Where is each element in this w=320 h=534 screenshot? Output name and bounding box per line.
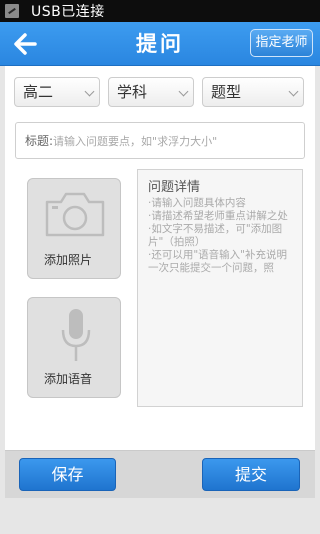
details-hint: ·请描述希望老师重点讲解之处 <box>148 210 288 222</box>
question-type-select[interactable]: 题型 <box>202 77 304 107</box>
chevron-down-icon <box>84 86 95 97</box>
header-bar: 提问 指定老师 <box>0 22 320 66</box>
submit-button[interactable]: 提交 <box>202 458 300 491</box>
chevron-down-icon <box>178 86 189 97</box>
assign-teacher-button[interactable]: 指定老师 <box>250 29 313 57</box>
add-voice-button[interactable]: 添加语音 <box>27 297 121 398</box>
details-hint: 一次只能提交一个问题，照 <box>148 262 274 274</box>
subject-select[interactable]: 学科 <box>108 77 194 107</box>
microphone-icon <box>61 309 91 361</box>
title-input-placeholder: 请输入问题要点，如"求浮力大小" <box>53 134 218 148</box>
details-hint: ·请输入问题具体内容 <box>148 197 246 209</box>
chevron-down-icon <box>288 86 299 97</box>
title-input[interactable]: 标题: 请输入问题要点，如"求浮力大小" <box>15 122 305 159</box>
grade-select-value: 高二 <box>23 83 54 101</box>
add-voice-label: 添加语音 <box>44 372 93 386</box>
add-photo-label: 添加照片 <box>44 253 93 267</box>
usb-notification-icon <box>5 4 19 18</box>
save-button[interactable]: 保存 <box>19 458 116 491</box>
bottom-action-bar: 保存 提交 <box>5 450 315 498</box>
title-input-label: 标题: <box>25 134 54 148</box>
status-bar: USB已连接 <box>0 0 320 22</box>
subject-select-value: 学科 <box>117 83 148 101</box>
details-hint: ·还可以用"语音输入"补充说明 <box>148 249 287 261</box>
question-type-select-value: 题型 <box>211 83 242 101</box>
details-heading: 问题详情 <box>148 180 201 195</box>
grade-select[interactable]: 高二 <box>14 77 100 107</box>
question-form: 高二 学科 题型 标题: 请输入问题要点，如"求浮力大小" 添加照片 添加语音 … <box>5 66 315 450</box>
status-text: USB已连接 <box>31 4 105 20</box>
question-details-input[interactable]: 问题详情 ·请输入问题具体内容 ·请描述希望老师重点讲解之处 ·如文字不易描述，… <box>137 169 303 407</box>
add-photo-button[interactable]: 添加照片 <box>27 178 121 279</box>
camera-icon <box>45 192 105 237</box>
details-hint: ·如文字不易描述，可"添加图片"（拍照） <box>148 223 283 248</box>
